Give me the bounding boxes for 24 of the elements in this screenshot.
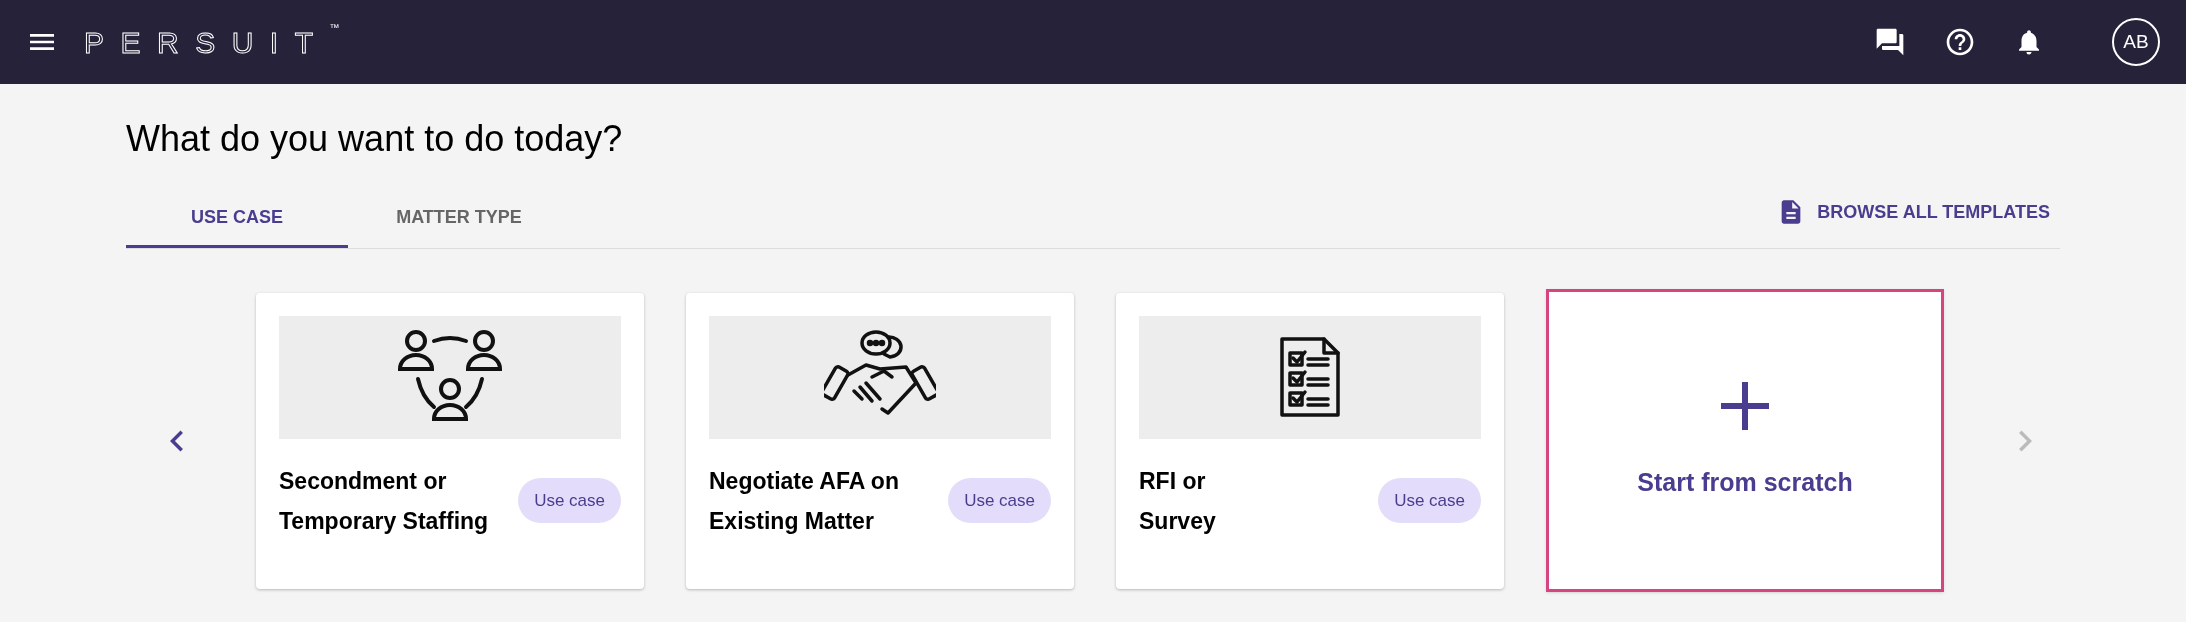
- card-title-line: Negotiate AFA on: [709, 466, 900, 496]
- help-icon[interactable]: [1944, 26, 1976, 58]
- tab[interactable]: USE CASE: [126, 190, 348, 248]
- card-title-line: Existing Matter: [709, 506, 875, 536]
- use-case-card[interactable]: Negotiate AFA on Existing Matter Use case: [686, 292, 1074, 589]
- browse-all-templates-link[interactable]: BROWSE ALL TEMPLATES: [1777, 198, 2050, 226]
- card-title-line: Temporary Staffing: [279, 506, 490, 536]
- start-from-scratch-card[interactable]: Start from scratch: [1546, 289, 1944, 592]
- plus-icon: [1719, 379, 1771, 432]
- tab[interactable]: MATTER TYPE: [348, 190, 570, 248]
- card-title: Start from scratch: [1637, 466, 1853, 498]
- card-title-line: Survey: [1139, 506, 1217, 536]
- checklist-document-icon: [1278, 335, 1342, 419]
- use-case-card[interactable]: Secondment or Temporary Staffing Use case: [256, 292, 644, 589]
- use-case-tag: Use case: [948, 477, 1051, 524]
- card-title-line: Secondment or: [279, 466, 448, 496]
- card-title-line: RFI or: [1139, 466, 1207, 496]
- trademark-mark: ™: [329, 20, 340, 35]
- avatar[interactable]: AB: [2112, 18, 2160, 66]
- use-case-tag: Use case: [518, 477, 621, 524]
- logo[interactable]: PERSUIT: [84, 19, 330, 65]
- page-title: What do you want to do today?: [126, 117, 624, 161]
- use-case-card[interactable]: RFI or Survey Use case: [1116, 292, 1504, 589]
- use-case-tag: Use case: [1378, 477, 1481, 524]
